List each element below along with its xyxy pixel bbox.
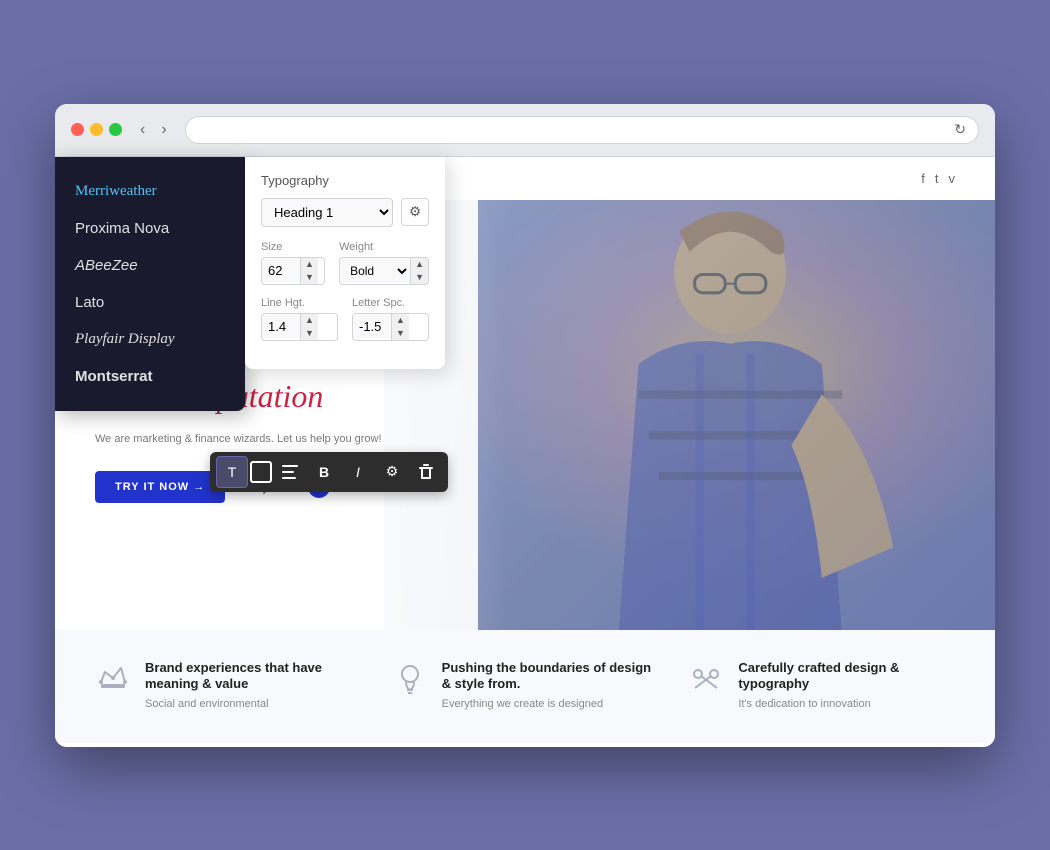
line-height-input[interactable] <box>262 315 300 338</box>
italic-tool-button[interactable]: I <box>342 456 374 488</box>
browser-window: ‹ › ↻ Merriweather Proxima Nova ABeeZee … <box>55 104 995 747</box>
traffic-lights <box>71 123 122 136</box>
weight-input-wrapper: Thin Light Regular Bold Black ▲ ▼ <box>339 257 429 285</box>
browser-content: Merriweather Proxima Nova ABeeZee Lato P… <box>55 157 995 747</box>
size-input-wrapper: ▲ ▼ <box>261 257 325 285</box>
browser-bar: ‹ › ↻ <box>55 104 995 157</box>
size-down[interactable]: ▼ <box>301 271 318 284</box>
feature-title-1: Pushing the boundaries of design & style… <box>442 660 659 694</box>
social-icons: f t v <box>921 171 955 186</box>
font-item-proxima[interactable]: Proxima Nova <box>55 210 245 247</box>
font-item-playfair[interactable]: Playfair Display <box>55 321 245 358</box>
twitter-icon[interactable]: t <box>935 171 939 186</box>
weight-down[interactable]: ▼ <box>411 271 428 284</box>
feature-desc-1: Everything we create is designed <box>442 697 659 712</box>
url-bar[interactable]: ↻ <box>185 116 979 144</box>
feature-text-1: Pushing the boundaries of design & style… <box>442 660 659 713</box>
size-weight-row: Size ▲ ▼ Weight Thin Light <box>261 241 429 285</box>
feature-item-0: Brand experiences that have meaning & va… <box>95 660 362 713</box>
traffic-light-yellow[interactable] <box>90 123 103 136</box>
line-height-down[interactable]: ▼ <box>301 327 318 340</box>
feature-title-0: Brand experiences that have meaning & va… <box>145 660 362 694</box>
forward-button[interactable]: › <box>155 119 172 141</box>
line-letter-row: Line Hgt. ▲ ▼ Letter Spc. ▲ <box>261 297 429 341</box>
feature-desc-0: Social and environmental <box>145 697 362 712</box>
feature-text-2: Carefully crafted design & typography It… <box>738 660 955 713</box>
font-item-abeezee[interactable]: ABeeZee <box>55 247 245 284</box>
feature-text-0: Brand experiences that have meaning & va… <box>145 660 362 713</box>
typography-settings-button[interactable]: ⚙ <box>401 198 429 226</box>
features-section: Brand experiences that have meaning & va… <box>55 630 995 743</box>
font-item-montserrat[interactable]: Montserrat <box>55 358 245 395</box>
feature-item-2: Carefully crafted design & typography It… <box>688 660 955 713</box>
letter-spacing-group: Letter Spc. ▲ ▼ <box>352 297 429 341</box>
bold-tool-button[interactable]: B <box>308 456 340 488</box>
line-height-up[interactable]: ▲ <box>301 314 318 327</box>
scissors-icon <box>688 660 724 696</box>
feature-title-2: Carefully crafted design & typography <box>738 660 955 694</box>
settings-tool-button[interactable]: ⚙ <box>376 456 408 488</box>
size-field-group: Size ▲ ▼ <box>261 241 325 285</box>
facebook-icon[interactable]: f <box>921 171 925 186</box>
font-panel: Merriweather Proxima Nova ABeeZee Lato P… <box>55 157 245 411</box>
hero-description: We are marketing & finance wizards. Let … <box>95 431 438 448</box>
feature-desc-2: It's dedication to innovation <box>738 697 955 712</box>
font-item-merriweather[interactable]: Merriweather <box>55 173 245 210</box>
size-label: Size <box>261 241 325 253</box>
align-tool-button[interactable] <box>274 456 306 488</box>
heading-select-row: Heading 1 Heading 2 Heading 3 Paragraph … <box>261 198 429 227</box>
line-height-input-wrapper: ▲ ▼ <box>261 313 338 341</box>
typography-panel: Typography Heading 1 Heading 2 Heading 3… <box>245 157 445 369</box>
box-tool-button[interactable] <box>250 461 272 483</box>
crown-icon <box>95 660 131 696</box>
back-button[interactable]: ‹ <box>134 119 151 141</box>
line-height-label: Line Hgt. <box>261 297 338 309</box>
line-height-group: Line Hgt. ▲ ▼ <box>261 297 338 341</box>
weight-select[interactable]: Thin Light Regular Bold Black <box>340 259 410 283</box>
weight-up[interactable]: ▲ <box>411 258 428 271</box>
size-input[interactable] <box>262 259 300 282</box>
cta-button[interactable]: TRY IT NOW → <box>95 471 225 503</box>
letter-spacing-label: Letter Spc. <box>352 297 429 309</box>
text-tool-button[interactable]: T <box>216 456 248 488</box>
delete-tool-button[interactable] <box>410 456 442 488</box>
heading-select[interactable]: Heading 1 Heading 2 Heading 3 Paragraph <box>261 198 393 227</box>
editor-toolbar: T B I ⚙ <box>210 452 448 492</box>
typography-panel-title: Typography <box>261 173 429 188</box>
size-up[interactable]: ▲ <box>301 258 318 271</box>
refresh-button[interactable]: ↻ <box>954 121 966 138</box>
traffic-light-green[interactable] <box>109 123 122 136</box>
letter-spacing-up[interactable]: ▲ <box>392 314 409 327</box>
letter-spacing-down[interactable]: ▼ <box>392 327 409 340</box>
vimeo-icon[interactable]: v <box>949 171 956 186</box>
feature-item-1: Pushing the boundaries of design & style… <box>392 660 659 713</box>
letter-spacing-input[interactable] <box>353 315 391 338</box>
weight-label: Weight <box>339 241 429 253</box>
letter-spacing-input-wrapper: ▲ ▼ <box>352 313 429 341</box>
font-item-lato[interactable]: Lato <box>55 284 245 321</box>
bulb-icon <box>392 660 428 696</box>
traffic-light-red[interactable] <box>71 123 84 136</box>
weight-field-group: Weight Thin Light Regular Bold Black ▲ ▼ <box>339 241 429 285</box>
nav-arrows: ‹ › <box>134 119 173 141</box>
